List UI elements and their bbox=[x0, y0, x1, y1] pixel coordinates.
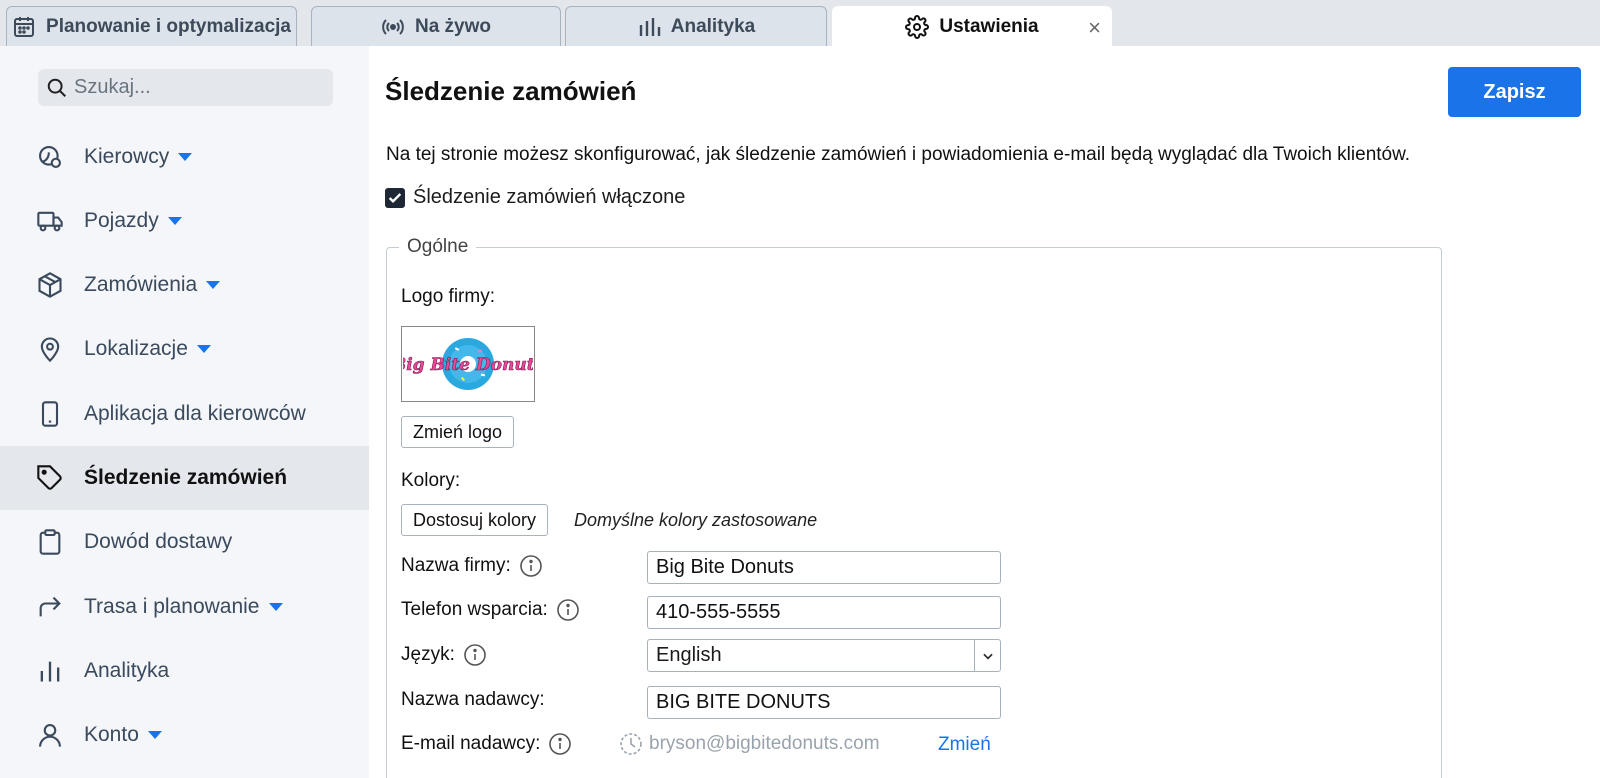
language-select[interactable]: English bbox=[647, 639, 1001, 672]
sender-email-label-row: E-mail nadawcy: bbox=[401, 732, 572, 756]
sidebar: Kierowcy Pojazdy Zamówienia Lokalizacje … bbox=[0, 46, 369, 778]
tab-analytics[interactable]: Analityka bbox=[565, 6, 827, 46]
sidebar-item-label: Analityka bbox=[84, 659, 170, 682]
info-icon[interactable] bbox=[519, 554, 543, 578]
tab-bar: Planowanie i optymalizacja Na żywo Anali… bbox=[0, 0, 1600, 46]
sidebar-item-account[interactable]: Konto bbox=[0, 703, 369, 767]
tab-label: Na żywo bbox=[414, 15, 492, 37]
company-name-label-row: Nazwa firmy: bbox=[401, 554, 543, 578]
tag-icon bbox=[37, 465, 62, 490]
box-icon bbox=[38, 272, 62, 298]
tab-label: Analityka bbox=[670, 15, 756, 37]
page-description: Na tej stronie możesz skonfigurować, jak… bbox=[386, 144, 1411, 165]
sidebar-item-drivers[interactable]: Kierowcy bbox=[0, 125, 369, 189]
svg-text:Big Bite Donuts: Big Bite Donuts bbox=[403, 355, 533, 375]
analytics-icon bbox=[40, 661, 60, 682]
sidebar-item-driver-app[interactable]: Aplikacja dla kierowców bbox=[0, 382, 369, 446]
broadcast-icon bbox=[382, 18, 404, 35]
colors-label: Kolory: bbox=[401, 470, 461, 491]
truck-icon bbox=[37, 211, 63, 232]
support-phone-input[interactable] bbox=[647, 596, 1001, 629]
support-phone-label: Telefon wsparcia: bbox=[401, 599, 548, 620]
chevron-down-icon[interactable] bbox=[974, 640, 1000, 671]
tab-label: Planowanie i optymalizacja bbox=[46, 15, 291, 37]
sidebar-item-vehicles[interactable]: Pojazdy bbox=[0, 189, 369, 253]
sidebar-item-label: Trasa i planowanie bbox=[84, 595, 260, 618]
sidebar-item-label: Lokalizacje bbox=[84, 337, 188, 360]
caret-down-icon bbox=[196, 345, 211, 354]
tracking-enabled-label: Śledzenie zamówień włączone bbox=[413, 186, 686, 208]
sender-email-value: bryson@bigbitedonuts.com bbox=[649, 733, 880, 754]
close-tab-icon[interactable]: × bbox=[1088, 15, 1101, 41]
clipboard-icon bbox=[39, 529, 61, 555]
company-logo: Big Bite Donuts bbox=[401, 326, 535, 402]
tab-label: Ustawienia bbox=[939, 15, 1039, 37]
tab-planning[interactable]: Planowanie i optymalizacja bbox=[6, 6, 297, 46]
sidebar-item-order-tracking[interactable]: Śledzenie zamówień bbox=[0, 446, 369, 510]
info-icon[interactable] bbox=[463, 643, 487, 667]
general-section: Ogólne Logo firmy: Big Bite Donuts Zmień… bbox=[386, 236, 1442, 778]
sidebar-item-label: Śledzenie zamówień bbox=[84, 466, 288, 489]
sidebar-item-label: Zamówienia bbox=[84, 273, 198, 296]
sender-name-input[interactable] bbox=[647, 686, 1001, 719]
sidebar-item-label: Aplikacja dla kierowców bbox=[84, 402, 306, 425]
checkmark-icon bbox=[388, 192, 402, 203]
logo-label: Logo firmy: bbox=[401, 286, 495, 307]
sidebar-item-orders[interactable]: Zamówienia bbox=[0, 253, 369, 317]
drivers-icon bbox=[39, 146, 61, 168]
search-input[interactable] bbox=[74, 76, 314, 99]
company-name-label: Nazwa firmy: bbox=[401, 555, 511, 576]
sidebar-item-label: Kierowcy bbox=[84, 145, 170, 168]
user-icon bbox=[39, 724, 61, 747]
gear-icon bbox=[905, 14, 930, 39]
calendar-icon bbox=[14, 16, 35, 37]
change-email-link[interactable]: Zmień bbox=[938, 734, 991, 756]
save-button[interactable]: Zapisz bbox=[1448, 67, 1581, 117]
support-phone-label-row: Telefon wsparcia: bbox=[401, 598, 580, 622]
caret-down-icon bbox=[206, 281, 221, 290]
change-logo-button[interactable]: Zmień logo bbox=[401, 416, 515, 448]
main-panel: Śledzenie zamówień Zapisz Na tej stronie… bbox=[369, 46, 1600, 778]
colors-status: Domyślne kolory zastosowane bbox=[574, 510, 818, 530]
caret-down-icon bbox=[147, 731, 162, 740]
search-box[interactable] bbox=[38, 69, 333, 106]
phone-icon bbox=[41, 401, 59, 427]
bar-chart-icon bbox=[639, 17, 660, 36]
tab-settings[interactable]: Ustawienia × bbox=[832, 6, 1112, 46]
language-selected-value: English bbox=[656, 644, 722, 666]
sidebar-item-label: Dowód dostawy bbox=[84, 530, 233, 553]
sender-email-label: E-mail nadawcy: bbox=[401, 733, 541, 754]
tracking-enabled-row: Śledzenie zamówień włączone bbox=[385, 186, 685, 209]
caret-down-icon bbox=[178, 153, 193, 162]
tab-live[interactable]: Na żywo bbox=[311, 6, 561, 46]
language-label: Język: bbox=[401, 644, 455, 665]
info-icon[interactable] bbox=[548, 732, 572, 756]
sidebar-item-proof-of-delivery[interactable]: Dowód dostawy bbox=[0, 510, 369, 574]
general-legend: Ogólne bbox=[407, 236, 469, 257]
sidebar-item-label: Konto bbox=[84, 723, 139, 746]
route-arrow-icon bbox=[39, 596, 61, 617]
company-name-input[interactable] bbox=[647, 551, 1001, 584]
page-title: Śledzenie zamówień bbox=[385, 76, 637, 106]
caret-down-icon bbox=[268, 603, 283, 612]
sender-name-label: Nazwa nadawcy: bbox=[401, 689, 545, 710]
customize-colors-button[interactable]: Dostosuj kolory bbox=[401, 504, 549, 536]
language-label-row: Język: bbox=[401, 643, 487, 667]
sidebar-item-label: Pojazdy bbox=[84, 209, 159, 232]
sender-email-display: bryson@bigbitedonuts.com bbox=[619, 732, 880, 756]
sidebar-item-locations[interactable]: Lokalizacje bbox=[0, 317, 369, 381]
info-icon[interactable] bbox=[556, 598, 580, 622]
tracking-enabled-checkbox[interactable] bbox=[385, 187, 405, 208]
sidebar-item-analytics[interactable]: Analityka bbox=[0, 639, 369, 703]
search-icon bbox=[47, 78, 66, 97]
donut-logo-image: Big Bite Donuts bbox=[403, 338, 533, 390]
pending-clock-icon bbox=[620, 733, 642, 755]
map-pin-icon bbox=[40, 337, 60, 363]
caret-down-icon bbox=[167, 217, 182, 226]
sidebar-item-route-planning[interactable]: Trasa i planowanie bbox=[0, 575, 369, 639]
